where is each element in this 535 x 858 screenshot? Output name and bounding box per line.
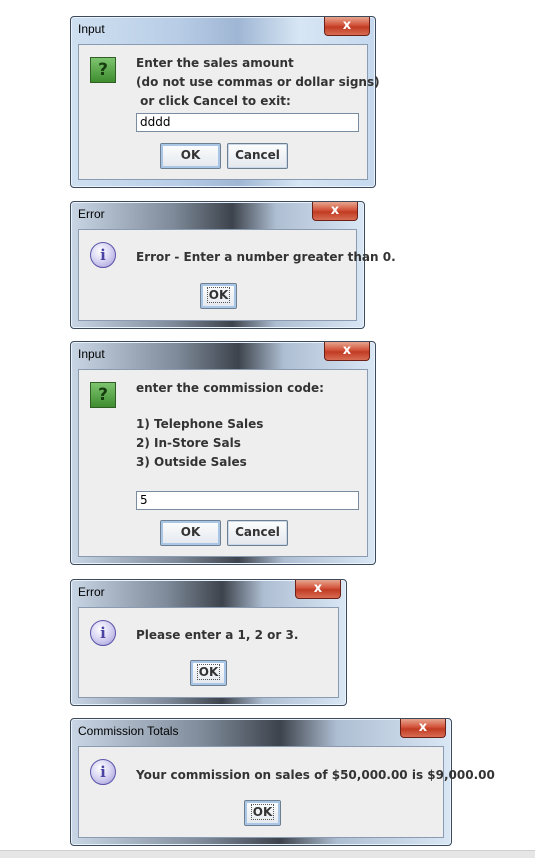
error-number-dialog: Error x i Error - Enter a number greater… bbox=[70, 201, 396, 329]
ok-label: OK bbox=[180, 148, 201, 162]
dialog-title: Input bbox=[78, 22, 105, 36]
info-icon: i bbox=[90, 759, 116, 785]
ok-label: OK bbox=[206, 287, 231, 303]
ok-label: OK bbox=[180, 525, 201, 539]
prompt-text: enter the commission code: bbox=[136, 381, 324, 395]
close-button[interactable]: x bbox=[324, 342, 370, 361]
question-icon: ? bbox=[90, 57, 116, 83]
cancel-button[interactable]: Cancel bbox=[227, 520, 288, 546]
totals-message: Your commission on sales of $50,000.00 i… bbox=[136, 768, 495, 782]
option-instore: 2) In-Store Sals bbox=[136, 436, 241, 450]
input-sales-dialog: Input x ? Enter the sales amount (do not… bbox=[70, 16, 380, 188]
dialog-content: ? enter the commission code: 1) Telephon… bbox=[78, 369, 368, 557]
sales-amount-input[interactable]: dddd bbox=[136, 113, 359, 132]
cancel-label: Cancel bbox=[235, 525, 280, 539]
cancel-button[interactable]: Cancel bbox=[227, 143, 288, 169]
close-button[interactable]: x bbox=[400, 719, 446, 738]
ok-label: OK bbox=[250, 804, 275, 820]
option-outside: 3) Outside Sales bbox=[136, 455, 247, 469]
ok-button[interactable]: OK bbox=[244, 800, 281, 826]
info-icon: i bbox=[90, 620, 116, 646]
dialog-content: i Error - Enter a number greater than 0.… bbox=[78, 229, 396, 321]
commission-code-input[interactable]: 5 bbox=[136, 491, 359, 510]
info-icon: i bbox=[90, 242, 116, 268]
dialog-content: i Please enter a 1, 2 or 3. OK bbox=[78, 607, 339, 698]
ok-button[interactable]: OK bbox=[190, 660, 227, 686]
dialog-title: Error bbox=[78, 585, 105, 599]
dialog-content: i Your commission on sales of $50,000.00… bbox=[78, 746, 495, 838]
close-button[interactable]: x bbox=[295, 580, 341, 599]
ok-button[interactable]: OK bbox=[200, 283, 237, 309]
dialog-title: Error bbox=[78, 207, 105, 221]
ok-label: OK bbox=[196, 664, 221, 680]
prompt-line-1: Enter the sales amount bbox=[136, 56, 294, 70]
input-code-dialog: Input x ? enter the commission code: 1) … bbox=[70, 341, 376, 565]
dialog-content: ? Enter the sales amount (do not use com… bbox=[78, 44, 380, 180]
prompt-line-2: (do not use commas or dollar signs) bbox=[136, 75, 380, 89]
commission-totals-dialog: Commission Totals x i Your commission on… bbox=[70, 718, 495, 846]
dialog-title: Commission Totals bbox=[78, 724, 179, 738]
ok-button[interactable]: OK bbox=[160, 143, 221, 169]
question-icon: ? bbox=[90, 382, 116, 408]
error-message: Please enter a 1, 2 or 3. bbox=[136, 628, 299, 642]
close-button[interactable]: x bbox=[324, 17, 370, 36]
dialog-title: Input bbox=[78, 347, 105, 361]
option-telephone: 1) Telephone Sales bbox=[136, 417, 264, 431]
error-message: Error - Enter a number greater than 0. bbox=[136, 250, 396, 264]
close-button[interactable]: x bbox=[312, 202, 358, 221]
prompt-line-3: or click Cancel to exit: bbox=[136, 94, 291, 108]
error-code-dialog: Error x i Please enter a 1, 2 or 3. OK bbox=[70, 579, 347, 706]
cancel-label: Cancel bbox=[235, 148, 280, 162]
ok-button[interactable]: OK bbox=[160, 520, 221, 546]
